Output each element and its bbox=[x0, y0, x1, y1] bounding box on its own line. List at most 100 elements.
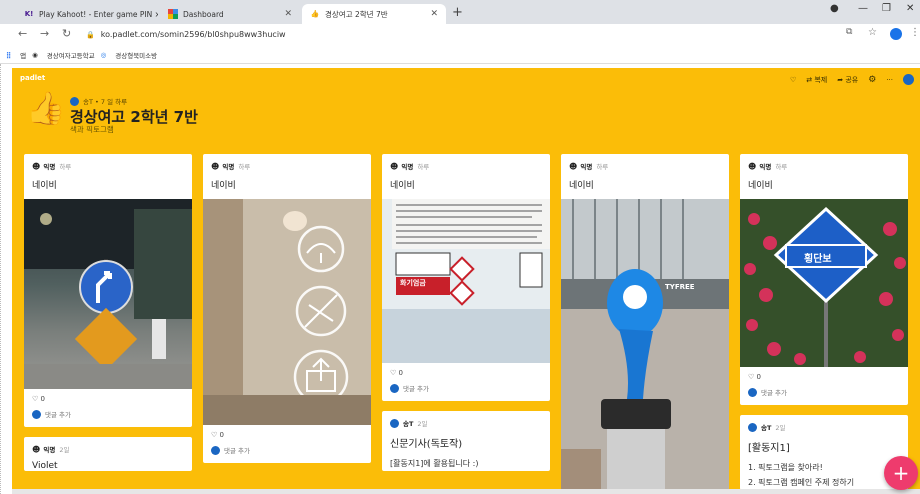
crosswalk-sign: 횡단보 bbox=[804, 254, 832, 265]
like-button[interactable]: ♡ 0 bbox=[382, 363, 550, 377]
post-image[interactable] bbox=[24, 199, 192, 389]
account-icon[interactable] bbox=[890, 28, 902, 40]
star-icon[interactable]: ☆ bbox=[868, 27, 877, 38]
post-image[interactable]: 화기엄금 bbox=[382, 199, 550, 363]
anonymous-icon: ☻ bbox=[211, 161, 220, 171]
store-sign: TYFREE bbox=[665, 283, 695, 291]
post-image[interactable]: 횡단보 bbox=[740, 199, 908, 367]
column-4: ☻ 익명 하루 네이비 TYFREE bbox=[561, 154, 729, 494]
horizontal-scrollbar[interactable] bbox=[12, 489, 920, 494]
more-icon[interactable]: ··· bbox=[886, 76, 893, 84]
maximize-icon[interactable]: ❐ bbox=[882, 3, 891, 14]
dashboard-icon bbox=[168, 9, 178, 19]
padlet-board: padlet ♡ ⇄ 복제 ➦ 공유 ⚙ ··· 👍 송T • 7 일 하루 경… bbox=[12, 68, 920, 494]
post-card[interactable]: ☻ 익명 하루 네이비 ♡ 0 댓글 추가 bbox=[203, 154, 371, 463]
share-button[interactable]: ➦ 공유 bbox=[837, 75, 858, 85]
board-description: 색과 픽토그램 bbox=[70, 125, 114, 134]
add-comment[interactable]: 댓글 추가 bbox=[382, 377, 550, 401]
browser-tab-bar: K! Play Kahoot! - Enter game PIN × Dashb… bbox=[0, 0, 920, 24]
menu-icon[interactable]: ⋮ bbox=[910, 27, 920, 38]
anonymous-icon: ☻ bbox=[748, 161, 757, 171]
post-title: 네이비 bbox=[569, 181, 594, 191]
lock-icon: 🔒 bbox=[86, 30, 95, 39]
tab-dashboard[interactable]: Dashboard ✕ bbox=[160, 4, 300, 24]
padlet-logo[interactable]: padlet bbox=[20, 74, 45, 82]
flowers-sign-photo bbox=[740, 199, 908, 367]
anonymous-icon: ☻ bbox=[32, 444, 41, 454]
close-icon[interactable]: ✕ bbox=[284, 9, 292, 19]
post-title: 네이비 bbox=[32, 181, 57, 191]
avatar bbox=[748, 422, 757, 432]
post-card[interactable]: ☻ 익명 하루 네이비 화기엄금 ♡ 0 댓글 추가 bbox=[382, 154, 550, 401]
anonymous-icon: ☻ bbox=[569, 161, 578, 171]
user-avatar[interactable] bbox=[903, 74, 914, 85]
tab-kahoot[interactable]: K! Play Kahoot! - Enter game PIN × bbox=[16, 4, 158, 24]
post-card[interactable]: 송T 2일 [활동지1] 1. 픽토그램을 찾아라! 2. 픽토그램 캠페인 주제… bbox=[740, 415, 908, 490]
back-icon[interactable]: ← bbox=[18, 27, 27, 40]
post-card[interactable]: ☻ 익명 2일 Violet bbox=[24, 437, 192, 471]
post-title: 네이비 bbox=[390, 181, 415, 191]
new-tab-button[interactable]: + bbox=[452, 5, 463, 20]
like-button[interactable]: ♡ 0 bbox=[740, 367, 908, 381]
minimize-icon[interactable]: — bbox=[858, 3, 868, 14]
add-post-button[interactable]: + bbox=[884, 456, 918, 490]
close-window-icon[interactable]: ✕ bbox=[906, 3, 914, 14]
page-left-edge bbox=[0, 64, 12, 494]
tab-label: Play Kahoot! - Enter game PIN × bbox=[39, 9, 158, 19]
tab-label: 경상여고 2학년 7반 bbox=[325, 9, 388, 19]
bookmark-apps[interactable]: ⣿ 앱 bbox=[6, 50, 26, 60]
care-label-photo bbox=[203, 199, 371, 425]
reload-icon[interactable]: ↻ bbox=[62, 27, 71, 40]
post-image[interactable] bbox=[203, 199, 371, 425]
anonymous-icon: ☻ bbox=[390, 161, 399, 171]
column-1: ☻ 익명 하루 네이비 ♡ 0 댓글 추가 ☻ 익명 2일 Violet bbox=[24, 154, 192, 481]
bookmark-school[interactable]: ◉ 경상여자고등학교 bbox=[32, 50, 95, 60]
add-comment[interactable]: 댓글 추가 bbox=[24, 403, 192, 427]
post-title: 신문기사(독토작) bbox=[390, 439, 463, 450]
board-thumbs-up-icon: 👍 bbox=[26, 89, 66, 127]
like-button[interactable]: ♡ 0 bbox=[203, 425, 371, 439]
post-card[interactable]: ☻ 익명 하루 네이비 TYFREE bbox=[561, 154, 729, 494]
avatar bbox=[390, 418, 399, 428]
avatar bbox=[748, 387, 757, 397]
post-body: 1. 픽토그램을 찾아라! bbox=[748, 463, 823, 472]
anonymous-icon: ☻ bbox=[32, 161, 41, 171]
avatar bbox=[390, 383, 399, 393]
post-image[interactable]: TYFREE bbox=[561, 199, 729, 494]
heart-icon[interactable]: ♡ bbox=[790, 76, 796, 84]
column-3: ☻ 익명 하루 네이비 화기엄금 ♡ 0 댓글 추가 송T 2일 신문기사(독토… bbox=[382, 154, 550, 481]
bookmarks-bar: ⣿ 앱 ◉ 경상여자고등학교 ◎ 경상형북미소방 bbox=[0, 46, 920, 64]
forward-icon[interactable]: → bbox=[40, 27, 49, 40]
board-author: 송T • 7 일 하루 bbox=[70, 96, 127, 106]
column-2: ☻ 익명 하루 네이비 ♡ 0 댓글 추가 bbox=[203, 154, 371, 473]
post-card[interactable]: 송T 2일 신문기사(독토작) [활동지1]에 활용됩니다 :) bbox=[382, 411, 550, 471]
translate-icon[interactable]: ⧉ bbox=[846, 27, 852, 37]
tab-label: Dashboard bbox=[183, 9, 224, 19]
post-card[interactable]: ☻ 익명 하루 네이비 횡단보 ♡ 0 댓글 추가 bbox=[740, 154, 908, 405]
street-sign-photo bbox=[24, 199, 192, 389]
gear-icon[interactable]: ⚙ bbox=[868, 75, 876, 85]
add-comment[interactable]: 댓글 추가 bbox=[740, 381, 908, 405]
avatar bbox=[32, 409, 41, 419]
add-comment[interactable]: 댓글 추가 bbox=[203, 439, 371, 463]
close-icon[interactable]: ✕ bbox=[430, 9, 438, 19]
avatar bbox=[70, 96, 79, 106]
post-title: 네이비 bbox=[211, 181, 236, 191]
thumbs-up-icon: 👍 bbox=[310, 10, 320, 18]
mascot-statue-photo bbox=[561, 199, 729, 494]
avatar bbox=[211, 445, 220, 455]
post-card[interactable]: ☻ 익명 하루 네이비 ♡ 0 댓글 추가 bbox=[24, 154, 192, 427]
kahoot-icon: K! bbox=[24, 10, 34, 18]
remake-button[interactable]: ⇄ 복제 bbox=[806, 75, 827, 85]
post-body: 2. 픽토그램 캠페인 주제 정하기 bbox=[748, 478, 855, 487]
post-body: [활동지1]에 활용됩니다 :) bbox=[390, 459, 479, 468]
url-field[interactable]: 🔒 ko.padlet.com/somin2596/bl0shpu8ww3huc… bbox=[86, 26, 836, 43]
tab-padlet[interactable]: 👍 경상여고 2학년 7반 ✕ bbox=[302, 4, 446, 24]
bookmark-fire[interactable]: ◎ 경상형북미소방 bbox=[101, 50, 158, 60]
post-title: [활동지1] bbox=[748, 443, 790, 454]
column-5: ☻ 익명 하루 네이비 횡단보 ♡ 0 댓글 추가 송T 2일 [활동지1] 1… bbox=[740, 154, 908, 494]
profile-icon[interactable]: ● bbox=[830, 3, 839, 14]
post-title: 네이비 bbox=[748, 181, 773, 191]
url-text: ko.padlet.com/somin2596/bl0shpu8ww3huciw bbox=[100, 30, 286, 39]
like-button[interactable]: ♡ 0 bbox=[24, 389, 192, 403]
